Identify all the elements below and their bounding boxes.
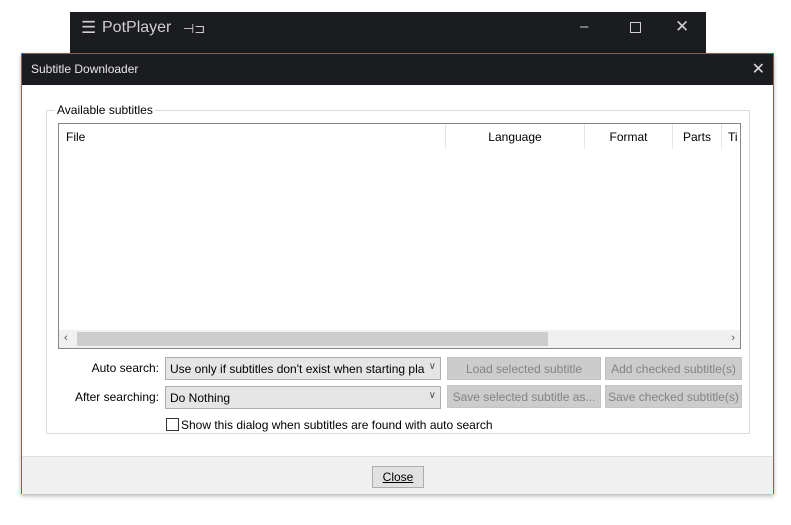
- dialog-titlebar: Subtitle Downloader ✕: [22, 54, 773, 85]
- save-checked-subtitles-button[interactable]: Save checked subtitle(s): [605, 385, 742, 408]
- available-subtitles-group: Available subtitles File Language Format…: [46, 103, 750, 434]
- dialog-close-icon[interactable]: ✕: [752, 59, 765, 79]
- column-format[interactable]: Format: [585, 124, 673, 149]
- auto-search-label: Auto search:: [91, 361, 159, 375]
- minimize-icon[interactable]: –: [580, 18, 588, 35]
- chevron-down-icon: ∨: [428, 390, 436, 401]
- auto-search-select[interactable]: Use only if subtitles don't exist when s…: [165, 357, 441, 380]
- close-icon[interactable]: ✕: [675, 17, 689, 37]
- after-searching-select[interactable]: Do Nothing ∨: [165, 386, 441, 409]
- add-checked-subtitles-button[interactable]: Add checked subtitle(s): [605, 357, 742, 380]
- close-button[interactable]: Close: [372, 466, 424, 488]
- subtitle-downloader-dialog: Subtitle Downloader ✕ Available subtitle…: [21, 53, 774, 494]
- close-button-label: Close: [382, 470, 414, 484]
- subtitles-list[interactable]: File Language Format Parts Ti ‹ ›: [58, 123, 741, 349]
- column-label: Ti: [728, 130, 738, 144]
- column-label: Language: [488, 130, 542, 144]
- show-dialog-checkbox[interactable]: [166, 418, 179, 431]
- potplayer-titlebar: ☰ PotPlayer ⊣⊐ – ✕: [70, 12, 706, 53]
- pin-icon[interactable]: ⊣⊐: [183, 21, 205, 37]
- dialog-title: Subtitle Downloader: [31, 62, 139, 76]
- hamburger-icon[interactable]: ☰: [81, 18, 96, 38]
- scrollbar-thumb[interactable]: [77, 332, 548, 346]
- chevron-down-icon: ∨: [428, 361, 436, 372]
- maximize-icon[interactable]: [630, 22, 641, 33]
- column-language[interactable]: Language: [446, 124, 585, 149]
- after-searching-label: After searching:: [74, 390, 159, 404]
- column-label: Parts: [682, 130, 711, 144]
- column-label: Format: [609, 130, 648, 144]
- column-file[interactable]: File: [59, 124, 446, 149]
- column-time[interactable]: Ti: [722, 124, 740, 149]
- load-selected-subtitle-button[interactable]: Load selected subtitle: [447, 357, 601, 380]
- scroll-right-icon[interactable]: ›: [731, 332, 735, 344]
- scroll-left-icon[interactable]: ‹: [64, 332, 68, 344]
- column-parts[interactable]: Parts: [673, 124, 722, 149]
- save-selected-subtitle-button[interactable]: Save selected subtitle as...: [447, 385, 601, 408]
- app-title: PotPlayer: [102, 19, 172, 36]
- select-value: Do Nothing: [170, 391, 231, 405]
- dialog-footer: Close: [22, 456, 773, 494]
- show-dialog-checkbox-label[interactable]: Show this dialog when subtitles are foun…: [181, 418, 493, 432]
- column-label: File: [66, 130, 86, 144]
- horizontal-scrollbar[interactable]: ‹ ›: [59, 330, 740, 348]
- select-value: Use only if subtitles don't exist when s…: [170, 362, 425, 376]
- group-label: Available subtitles: [55, 103, 155, 117]
